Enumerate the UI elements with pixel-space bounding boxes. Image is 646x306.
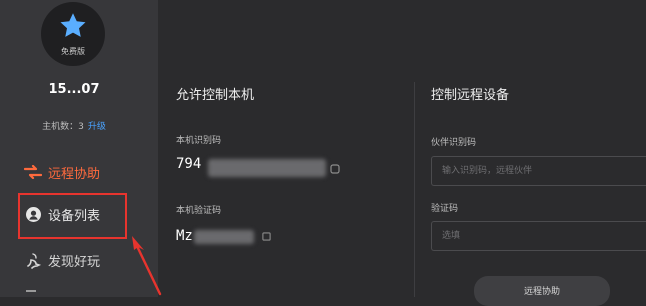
- partner-id-label: 伙伴识别码: [431, 138, 477, 148]
- copy-icon[interactable]: [330, 164, 340, 174]
- host-count: 主机数：3 升级: [0, 119, 148, 132]
- sidebar-item-label: 远程协助: [48, 166, 101, 182]
- allow-control-title: 允许控制本机: [176, 88, 255, 103]
- sidebar-item-remote-assist[interactable]: 远程协助: [24, 159, 100, 185]
- panel-divider: [414, 82, 415, 297]
- membership-level-label: 免费版: [61, 47, 85, 56]
- local-id-masked: [208, 159, 326, 177]
- sidebar-item-discover[interactable]: 发现好玩: [24, 247, 100, 273]
- local-verify-label: 本机验证码: [176, 206, 222, 216]
- highlight-box: [18, 193, 127, 239]
- discover-icon: [24, 251, 42, 269]
- local-verify-value: Mz: [176, 228, 193, 244]
- control-remote-title: 控制远程设备: [431, 88, 510, 103]
- verify-code-label: 验证码: [431, 204, 459, 214]
- refresh-icon[interactable]: [262, 232, 271, 241]
- host-count-label: 主机数：3: [42, 122, 84, 132]
- local-id-value: 794: [176, 156, 202, 172]
- upgrade-link[interactable]: 升级: [88, 122, 106, 132]
- sidebar-item-label: 发现好玩: [48, 254, 101, 270]
- annotation-arrow: [132, 236, 162, 296]
- star-icon: [60, 13, 86, 37]
- username: 15...07: [48, 82, 100, 97]
- local-verify-masked: [194, 230, 254, 244]
- remote-assist-icon: [24, 163, 42, 181]
- avatar[interactable]: 免费版: [41, 2, 105, 66]
- local-id-label: 本机识别码: [176, 136, 222, 146]
- verify-code-input[interactable]: [431, 221, 646, 251]
- remote-assist-button[interactable]: 远程协助: [474, 276, 610, 306]
- partner-id-input[interactable]: [431, 156, 646, 186]
